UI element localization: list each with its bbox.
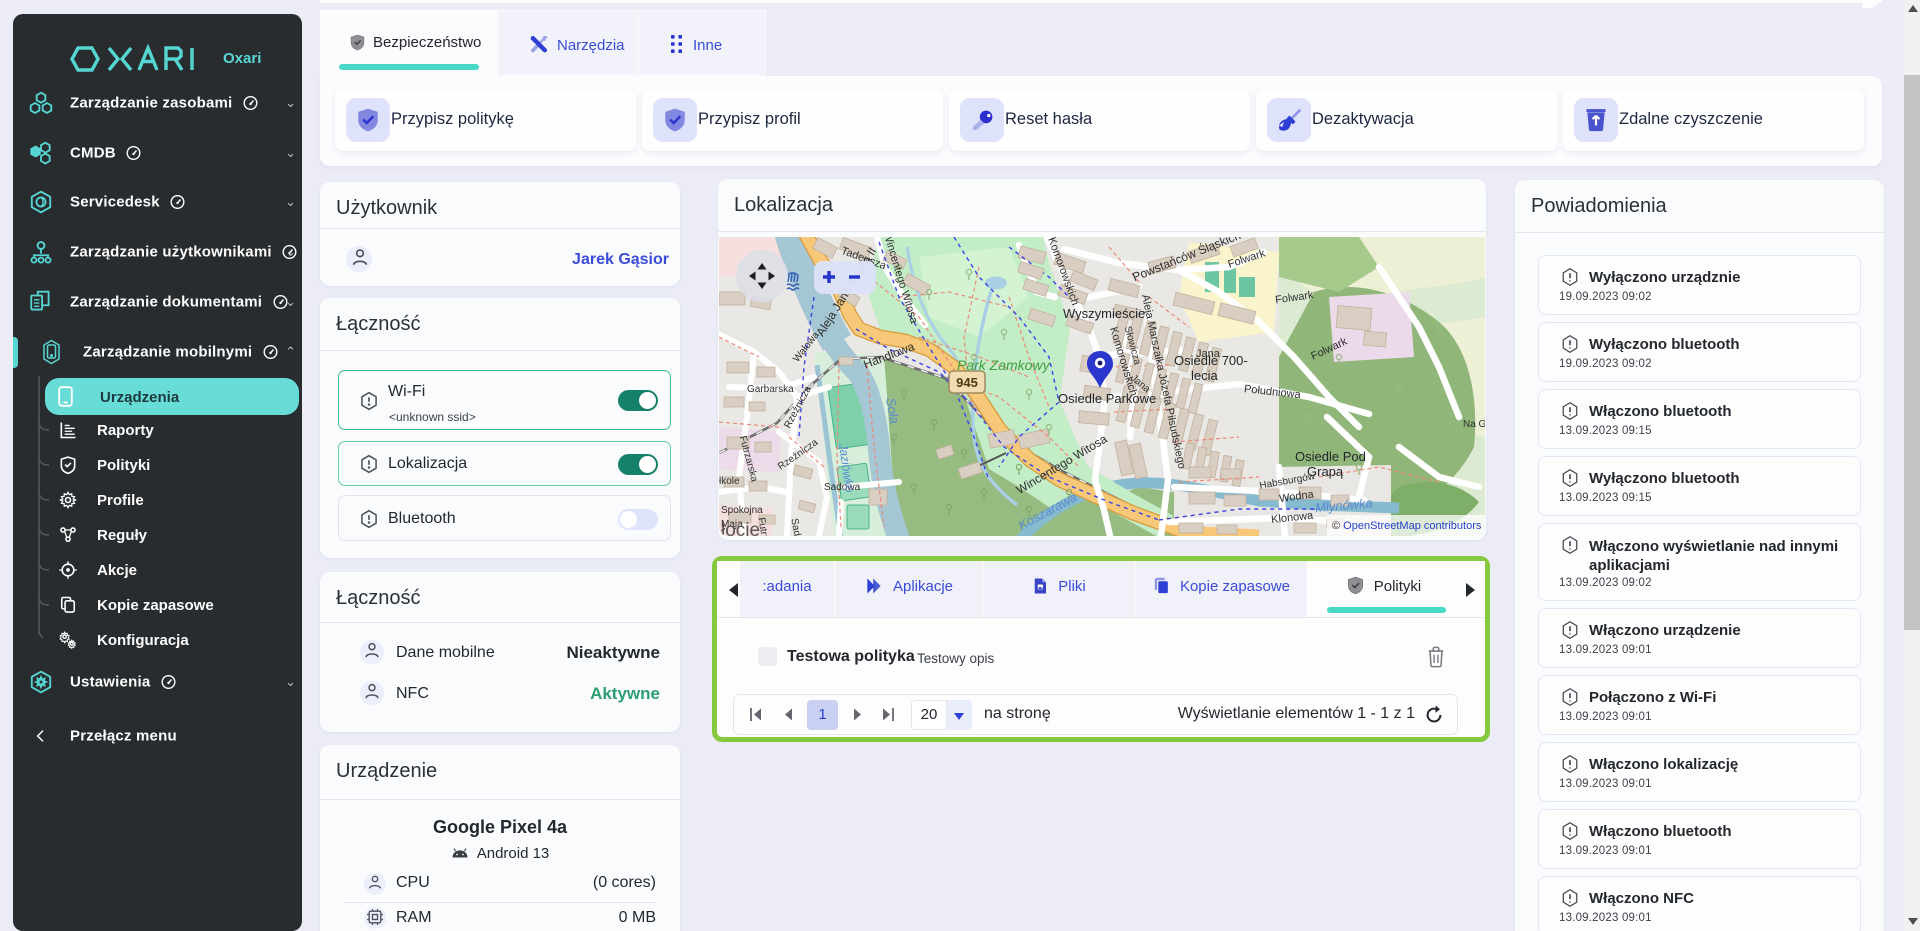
svg-text:Garbarska: Garbarska [747,384,794,395]
svg-text:łkole: łkole [719,476,740,487]
svg-text:Osiedle Pod: Osiedle Pod [1295,449,1366,464]
svg-text:Na G: Na G [1463,419,1485,430]
svg-text:© OpenStreetMap contributors: © OpenStreetMap contributors [1332,520,1482,532]
svg-text:Osiedle Parkowe: Osiedle Parkowe [1058,391,1156,406]
svg-text:lecia: lecia [1191,368,1219,383]
svg-text:Wyszymieście: Wyszymieście [1063,306,1145,321]
svg-text:Grapą: Grapą [1307,464,1344,479]
svg-text:Osiedle 700-: Osiedle 700- [1174,353,1248,368]
svg-text:945: 945 [956,375,978,390]
svg-text:łocie: łocie [721,520,760,536]
svg-text:Spokojna: Spokojna [721,505,763,516]
